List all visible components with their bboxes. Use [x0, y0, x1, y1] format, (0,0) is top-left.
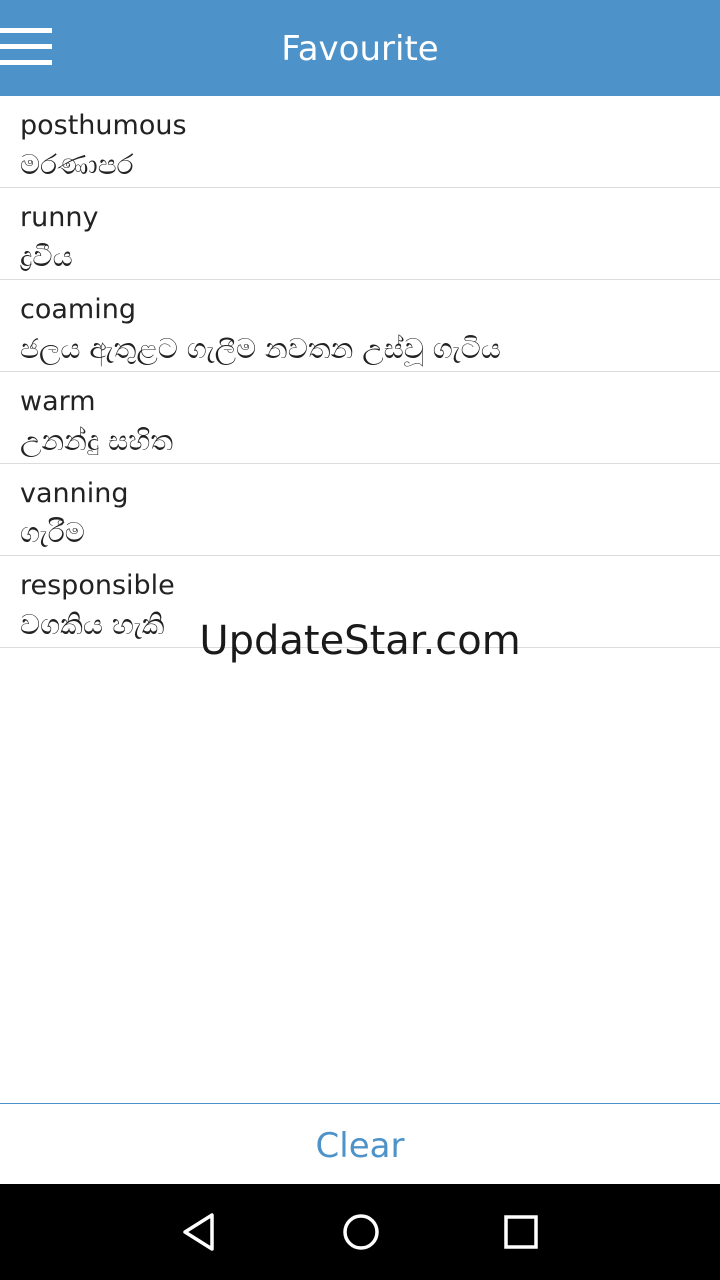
favourite-word: runny [20, 202, 99, 233]
favourite-meaning: මරණාපර [20, 148, 134, 181]
app-bar: Favourite [0, 0, 720, 96]
favourite-word: vanning [20, 478, 129, 509]
favourite-meaning: උනන්දු සහිත [20, 424, 174, 457]
favourite-screen: Favourite posthumous මරණාපර runny ද්‍රවී… [0, 0, 720, 1280]
favourite-item-coaming[interactable]: coaming ජලය ඇතුළට ගැලීම නවතන උස්වූ ගැටිය [0, 280, 720, 372]
favourite-item-runny[interactable]: runny ද්‍රවීය [0, 188, 720, 280]
back-triangle-icon[interactable] [181, 1212, 221, 1252]
favourite-list: posthumous මරණාපර runny ද්‍රවීය coaming … [0, 96, 720, 648]
bottom-bar: Clear [0, 1103, 720, 1185]
favourite-item-vanning[interactable]: vanning ගැරීම [0, 464, 720, 556]
page-title: Favourite [281, 29, 439, 69]
favourite-word: responsible [20, 570, 175, 601]
favourite-item-warm[interactable]: warm උනන්දු සහිත [0, 372, 720, 464]
favourite-word: warm [20, 386, 96, 417]
favourite-word: coaming [20, 294, 136, 325]
watermark: UpdateStar.com [199, 618, 521, 664]
home-circle-icon[interactable] [341, 1212, 381, 1252]
favourite-word: posthumous [20, 110, 187, 141]
clear-button[interactable]: Clear [0, 1104, 720, 1185]
favourite-meaning: ගැරීම [20, 516, 85, 549]
favourite-item-posthumous[interactable]: posthumous මරණාපර [0, 96, 720, 188]
recents-square-icon[interactable] [501, 1212, 541, 1252]
favourite-meaning: ද්‍රවීය [20, 240, 73, 273]
favourite-meaning: ජලය ඇතුළට ගැලීම නවතන උස්වූ ගැටිය [20, 332, 501, 365]
system-navigation-bar [0, 1184, 720, 1280]
